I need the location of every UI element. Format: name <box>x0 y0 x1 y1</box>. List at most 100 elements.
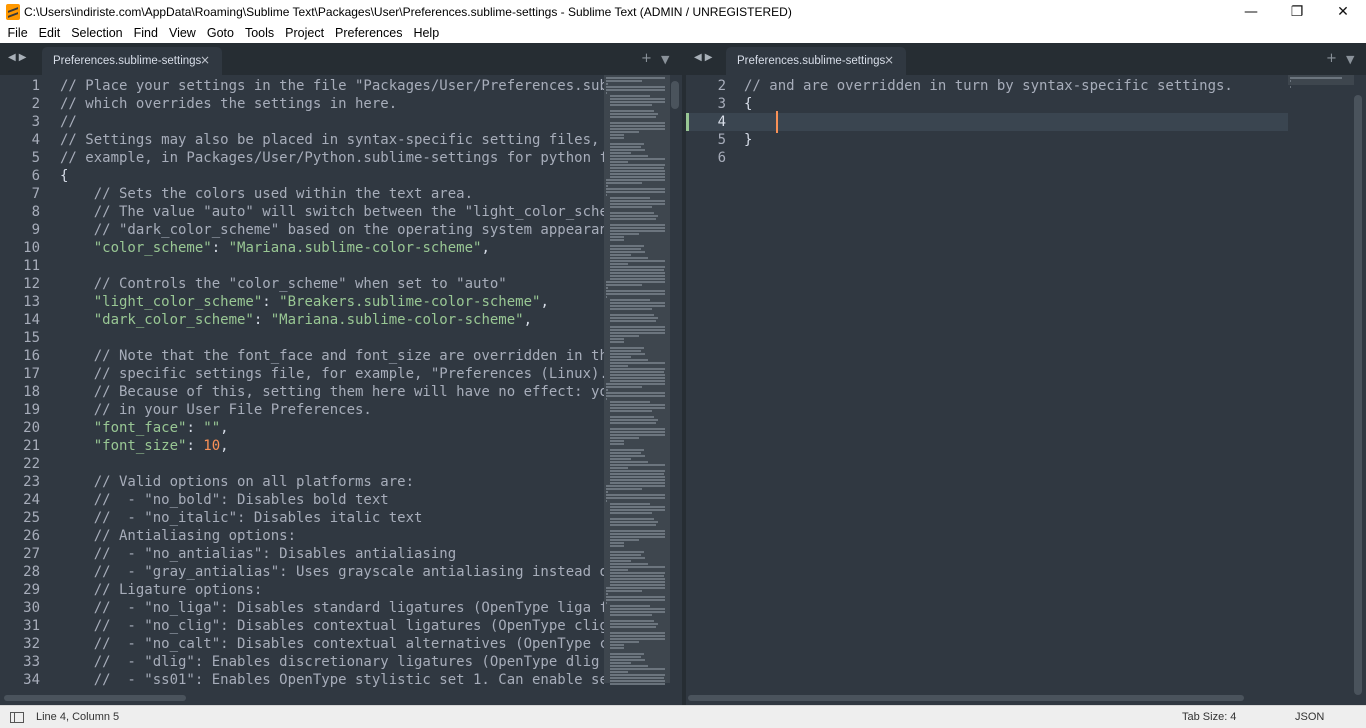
restore-button[interactable]: ❐ <box>1274 0 1320 23</box>
tab-list-chevron-icon[interactable]: ▼ <box>1346 53 1354 66</box>
menu-help[interactable]: Help <box>408 26 445 40</box>
minimap-line <box>609 467 628 469</box>
code-line: 1 // Place your settings in the file "Pac… <box>0 77 604 95</box>
minimap-line <box>606 395 666 397</box>
code-line: 13 "light_color_scheme": "Breakers.subli… <box>0 293 604 311</box>
right-code-view[interactable]: 2 // and are overridden in turn by syntax… <box>686 75 1288 695</box>
tab-list-chevron-icon[interactable]: ▼ <box>661 53 669 66</box>
minimap-line <box>609 656 642 658</box>
left-code-view[interactable]: 1 // Place your settings in the file "Pac… <box>0 75 604 695</box>
minimap-line <box>609 665 649 667</box>
tab-navigation-arrows-icon[interactable]: ◀▶ <box>694 52 715 63</box>
minimap-line <box>609 449 644 451</box>
minimap-line <box>609 122 666 124</box>
tab-close-icon[interactable]: × <box>884 53 894 67</box>
minimap-line <box>606 596 666 598</box>
menu-preferences[interactable]: Preferences <box>330 26 408 40</box>
minimap-line <box>609 533 666 535</box>
minimap-line <box>609 668 666 670</box>
minimap-line <box>609 458 632 460</box>
right-minimap[interactable] <box>1288 75 1354 693</box>
menu-tools[interactable]: Tools <box>239 26 279 40</box>
code-text: "color_scheme": "Mariana.sublime-color-s… <box>60 239 490 257</box>
code-token: , <box>220 420 229 436</box>
tab-close-icon[interactable]: × <box>200 53 210 67</box>
minimap-line <box>609 233 640 235</box>
minimap-line <box>609 524 657 526</box>
menu-file[interactable]: File <box>2 26 33 40</box>
minimize-button[interactable]: — <box>1228 0 1274 23</box>
code-text: "dark_color_scheme": "Mariana.sublime-co… <box>60 311 532 329</box>
code-line: 2 // which overrides the settings in here… <box>0 95 604 113</box>
code-text: // Because of this, setting them here wi… <box>60 383 604 401</box>
minimap-line <box>609 167 665 169</box>
minimap-line <box>609 131 640 133</box>
right-horizontal-scroll-thumb[interactable] <box>688 695 1244 701</box>
code-text: // - "gray_antialias": Uses grayscale an… <box>60 563 604 581</box>
minimap-line <box>609 671 628 673</box>
tab-navigation-arrows-icon[interactable]: ◀▶ <box>8 52 29 63</box>
menu-edit[interactable]: Edit <box>33 26 66 40</box>
syntax-indicator[interactable]: JSON <box>1295 711 1324 723</box>
code-token: // - "no_antialias": Disables antialiasi… <box>60 546 457 562</box>
minimap-line <box>609 473 665 475</box>
minimap-line <box>606 602 607 604</box>
tab-size-indicator[interactable]: Tab Size: 4 <box>1182 711 1236 723</box>
code-text: // - "dlig": Enables discretionary ligat… <box>60 653 604 671</box>
code-line: 22 <box>0 455 604 473</box>
code-line: 12 // Controls the "color_scheme" when s… <box>0 275 604 293</box>
right-vertical-scrollbar[interactable] <box>1354 95 1362 695</box>
new-tab-plus-icon[interactable]: + <box>1326 51 1337 66</box>
menu-project[interactable]: Project <box>280 26 330 40</box>
minimap-line <box>609 224 666 226</box>
line-number: 4 <box>717 114 726 130</box>
minimap-line <box>609 416 654 418</box>
code-line: 20 "font_face": "", <box>0 419 604 437</box>
minimap-line <box>606 497 666 499</box>
code-line: 27 // - "no_antialias": Disables antiali… <box>0 545 604 563</box>
left-vertical-scrollbar[interactable] <box>671 81 679 109</box>
code-text: // "dark_color_scheme" based on the oper… <box>60 221 604 239</box>
minimap-line <box>609 239 624 241</box>
menu-find[interactable]: Find <box>128 26 163 40</box>
close-button[interactable]: ✕ <box>1320 0 1366 23</box>
code-token: "font_size" <box>93 438 187 454</box>
new-tab-plus-icon[interactable]: + <box>641 51 652 66</box>
minimap-line <box>609 299 651 301</box>
minimap-line <box>609 215 659 217</box>
menu-goto[interactable]: Goto <box>201 26 239 40</box>
code-text: // Sets the colors used within the text … <box>60 185 473 203</box>
minimap-line <box>609 662 632 664</box>
right-horizontal-scrollbar[interactable] <box>686 694 1354 702</box>
menu-view[interactable]: View <box>163 26 201 40</box>
minimap-line <box>609 611 666 613</box>
code-text: // - "no_clig": Disables contextual liga… <box>60 617 604 635</box>
code-line: 10 "color_scheme": "Mariana.sublime-colo… <box>0 239 604 257</box>
show-panel-icon[interactable] <box>10 712 24 723</box>
minimap-line <box>609 563 649 565</box>
minimap-line <box>606 194 607 196</box>
minimap-line <box>609 149 645 151</box>
minimap-line <box>609 143 644 145</box>
minimap-line <box>609 95 651 97</box>
code-token: : <box>211 240 229 256</box>
minimap-line <box>609 608 666 610</box>
code-token: // - "ss01": Enables OpenType stylistic … <box>60 672 604 688</box>
left-horizontal-scrollbar[interactable] <box>0 694 670 702</box>
tab-preferences-right[interactable]: Preferences.sublime-settings × <box>726 47 906 75</box>
minimap-line <box>609 521 659 523</box>
minimap-line <box>609 581 666 583</box>
code-text: // - "no_italic": Disables italic text <box>60 509 423 527</box>
tab-preferences-left[interactable]: Preferences.sublime-settings × <box>42 47 222 75</box>
minimap-line <box>609 683 666 685</box>
code-token: , <box>540 294 549 310</box>
minimap-line <box>609 575 665 577</box>
code-line: 7 // Sets the colors used within the tex… <box>0 185 604 203</box>
left-minimap[interactable] <box>604 75 670 693</box>
minimap-line <box>606 185 608 187</box>
menu-selection[interactable]: Selection <box>66 26 128 40</box>
line-number: 13 <box>23 294 40 310</box>
left-horizontal-scroll-thumb[interactable] <box>4 695 186 701</box>
line-number: 1 <box>31 78 40 94</box>
